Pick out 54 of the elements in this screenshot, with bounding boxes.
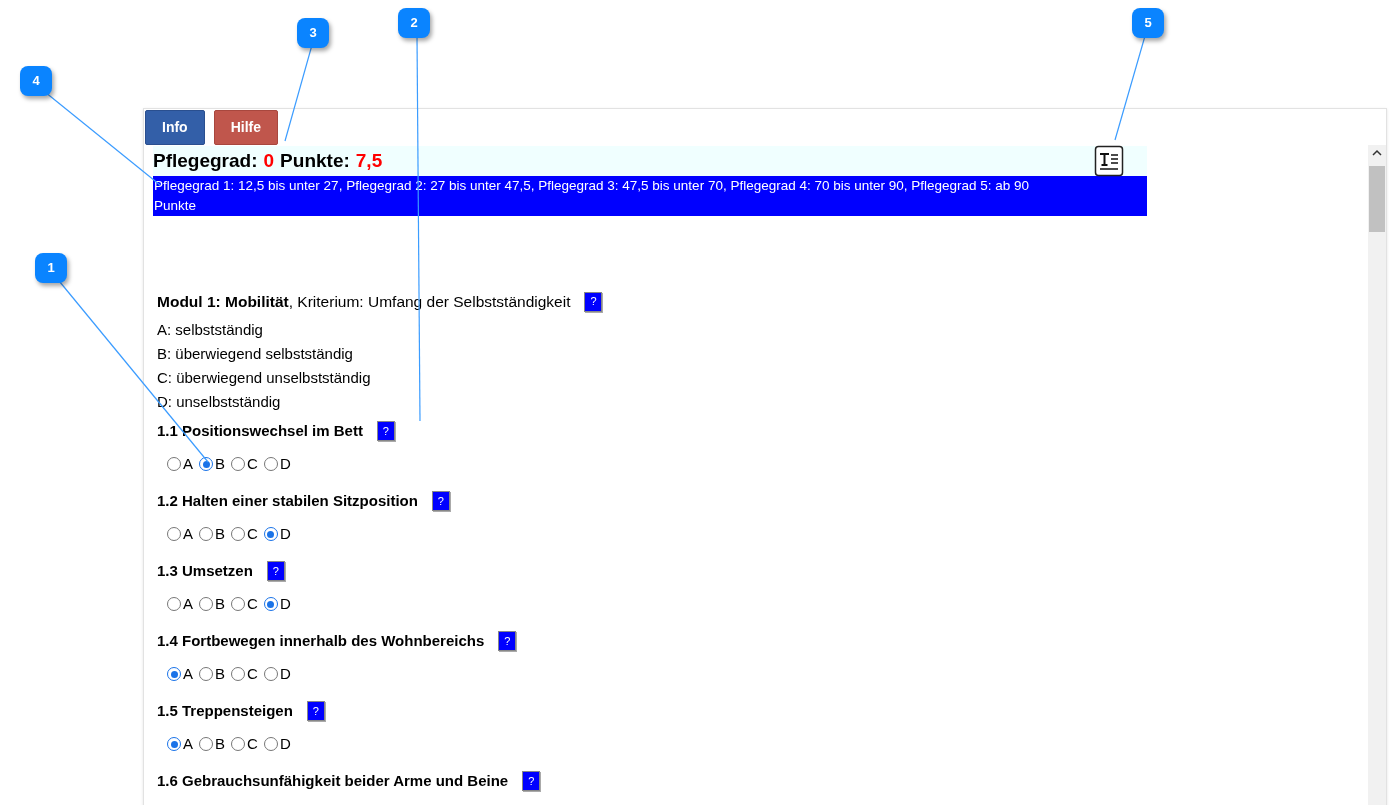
scale-description: A: selbstständig [157, 320, 264, 341]
help-button[interactable]: ? [431, 491, 450, 512]
scale-description: D: unselbstständig [157, 392, 282, 413]
callout-badge: 1 [35, 253, 67, 283]
help-button[interactable]: ? [306, 701, 325, 722]
option-label: C [247, 524, 258, 544]
option-label: D [279, 524, 291, 544]
scrollbar[interactable] [1368, 145, 1386, 805]
option-label: D [279, 664, 291, 684]
grade-value: 0 [263, 148, 275, 173]
option-label: A [183, 594, 193, 614]
module-heading: Modul 1: Mobilität, Kriterium: Umfang der Selbstständigkeit [157, 292, 571, 312]
option-label: A [183, 454, 193, 474]
callout-badge: 5 [1132, 8, 1164, 38]
question-label: 1.6 Gebrauchsunfähigkeit beider Arme und Beine [157, 771, 509, 791]
callout-badge: 4 [20, 66, 52, 96]
option-label: B [215, 454, 226, 474]
option-label: C [247, 454, 258, 474]
question-label: 1.5 Treppensteigen [157, 701, 293, 721]
option-label: D [279, 594, 291, 614]
grade-label: Pflegegrad: [153, 148, 258, 173]
option-label: A [183, 734, 193, 754]
question-label: 1.2 Halten einer stabilen Sitzposition [157, 491, 418, 511]
option-label: B [215, 664, 226, 684]
help-button[interactable]: ? [522, 771, 541, 792]
callout-badge: 3 [297, 18, 329, 48]
scale-description: C: überwiegend unselbstständig [157, 368, 372, 389]
option-label: C [247, 594, 258, 614]
points-label: Punkte: [280, 148, 350, 173]
option-label: D [279, 454, 291, 474]
option-label: B [215, 734, 226, 754]
document-text-icon[interactable] [1094, 145, 1124, 177]
points-value: 7,5 [355, 148, 383, 173]
option-label: A [183, 524, 193, 544]
option-label: A [183, 664, 193, 684]
help-button[interactable]: Hilfe [213, 110, 278, 145]
option-label: B [215, 594, 226, 614]
option-label: C [247, 664, 258, 684]
callout-badge: 2 [398, 8, 430, 38]
option-label: B [215, 524, 226, 544]
info-button[interactable]: Info [145, 110, 205, 145]
help-button[interactable]: ? [584, 291, 603, 312]
question-label: 1.1 Positionswechsel im Bett [157, 421, 363, 441]
grade-legend: Pflegegrad 1: 12,5 bis unter 27, Pflegegrad 2: 27 bis unter 47,5, Pflegegrad 3: 47,5 bis unter 70, Pflegegrad 4: 70 bis unter 90, Pflegegrad 5: ab 90 Punkte [154, 176, 1034, 216]
question-label: 1.4 Fortbewegen innerhalb des Wohnbereichs [157, 631, 485, 651]
scrollbar-thumb[interactable] [1369, 166, 1385, 232]
scroll-up-icon[interactable] [1372, 149, 1382, 156]
option-label: D [279, 734, 291, 754]
help-button[interactable]: ? [376, 421, 395, 442]
help-button[interactable]: ? [266, 561, 285, 582]
help-button[interactable]: ? [498, 631, 517, 652]
question-label: 1.3 Umsetzen [157, 561, 253, 581]
option-label: C [247, 734, 258, 754]
scale-description: B: überwiegend selbstständig [157, 344, 354, 365]
